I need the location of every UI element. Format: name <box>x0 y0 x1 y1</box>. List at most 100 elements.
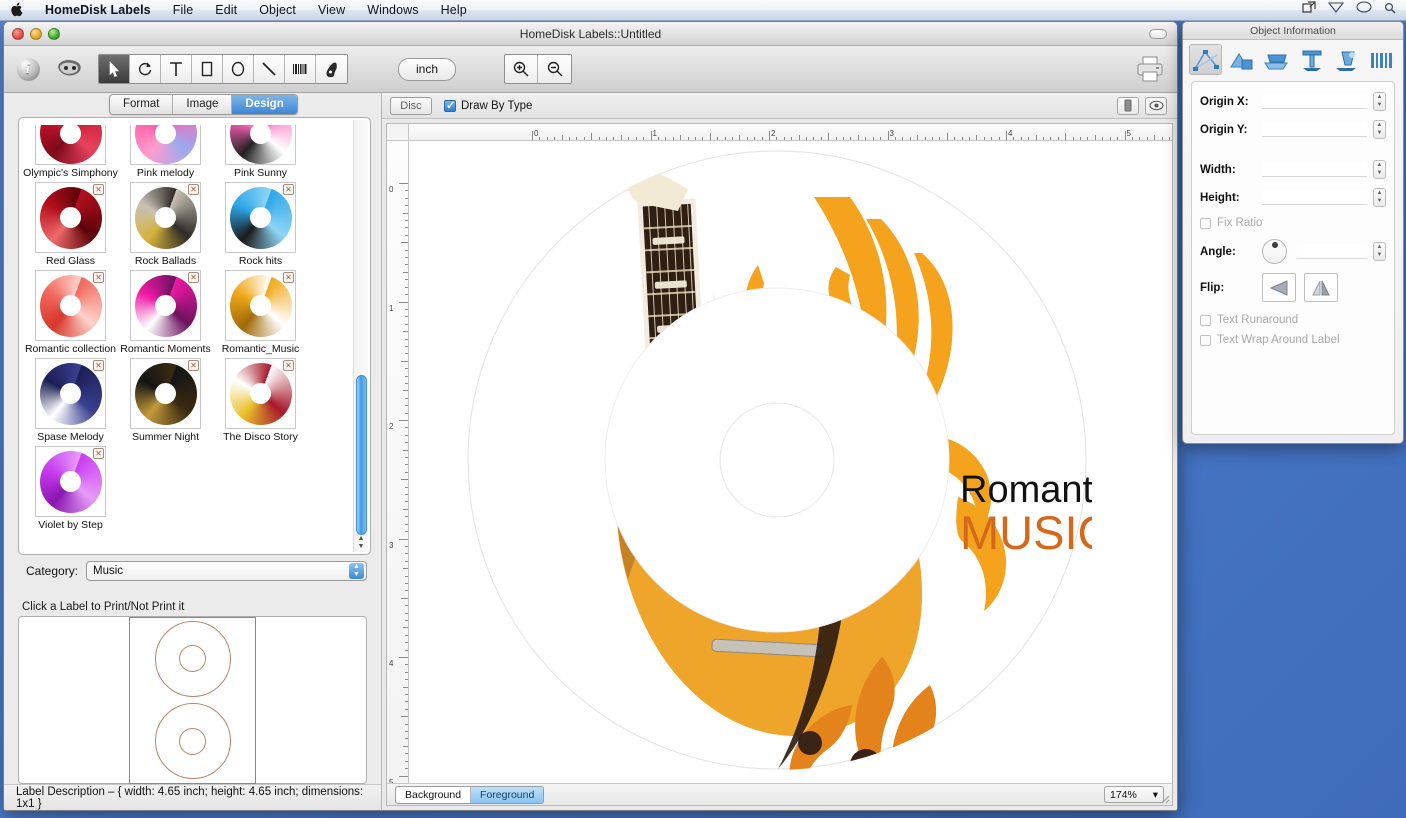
horizontal-ruler[interactable]: 012345678 <box>409 124 1172 141</box>
zoom-button[interactable] <box>48 27 60 40</box>
origin-y-input[interactable] <box>1262 122 1367 137</box>
flip-vertical-icon[interactable] <box>1304 273 1338 302</box>
vertical-ruler[interactable]: 012345 <box>387 141 409 805</box>
text-tool-icon[interactable] <box>1295 44 1328 75</box>
zoom-level-select[interactable]: 174% ▾ <box>1104 786 1164 803</box>
menu-item-windows[interactable]: Windows <box>356 0 429 21</box>
menu-item-help[interactable]: Help <box>430 0 478 21</box>
flip-horizontal-icon[interactable] <box>1262 273 1296 302</box>
rotate-tool[interactable] <box>130 55 161 83</box>
template-gallery[interactable]: Olympic's Simphony Pink melody Pink Sunny ✕… <box>23 122 352 550</box>
template-thumbnail[interactable] <box>130 125 201 165</box>
template-item[interactable]: ✕ Rock hits <box>213 179 308 267</box>
template-item[interactable]: ✕ Romantic Moments <box>118 267 213 355</box>
zoom-in-icon[interactable] <box>505 55 538 83</box>
template-thumbnail[interactable] <box>225 125 296 165</box>
template-thumbnail[interactable]: ✕ <box>35 182 106 253</box>
template-thumbnail[interactable]: ✕ <box>35 446 106 517</box>
origin-x-stepper[interactable]: ▲ ▼ <box>1373 92 1386 111</box>
remove-template-icon[interactable]: ✕ <box>188 184 199 195</box>
template-item[interactable]: ✕ Spase Melody <box>23 355 118 443</box>
template-thumbnail[interactable]: ✕ <box>130 182 201 253</box>
toolbar-toggle-button[interactable] <box>1149 28 1167 39</box>
template-item[interactable]: ✕ The Disco Story <box>213 355 308 443</box>
width-stepper[interactable]: ▲ ▼ <box>1373 160 1386 179</box>
width-input[interactable] <box>1262 162 1367 177</box>
text-wrap-checkbox[interactable] <box>1200 334 1211 346</box>
barcode-tool[interactable] <box>285 55 316 83</box>
screenshot-icon[interactable] <box>1302 0 1316 20</box>
minimize-button[interactable] <box>30 27 42 40</box>
text-tool[interactable] <box>161 55 192 83</box>
zoom-out-icon[interactable] <box>538 55 571 83</box>
remove-template-icon[interactable]: ✕ <box>93 448 104 459</box>
template-item[interactable]: Pink melody <box>118 122 213 179</box>
paint-tool[interactable] <box>316 55 347 83</box>
angle-input[interactable] <box>1297 244 1367 259</box>
angle-stepper[interactable]: ▲ ▼ <box>1373 242 1386 261</box>
remove-template-icon[interactable]: ✕ <box>283 360 294 371</box>
template-item[interactable]: ✕ Violet by Step <box>23 443 118 531</box>
template-item[interactable]: ✕ Summer Night <box>118 355 213 443</box>
origin-x-input[interactable] <box>1262 94 1367 109</box>
canvas-artboard[interactable]: Romantic MUSIC <box>410 142 1172 783</box>
draw-by-type-checkbox[interactable] <box>444 99 456 112</box>
angle-dial[interactable] <box>1262 239 1287 264</box>
rectangle-tool[interactable] <box>192 55 223 83</box>
menu-item-view[interactable]: View <box>307 0 356 21</box>
template-item[interactable]: ✕ Rock Ballads <box>118 179 213 267</box>
close-button[interactable] <box>12 27 24 40</box>
text-runaround-row[interactable]: Text Runaround <box>1200 314 1386 326</box>
barcode-panel-icon[interactable] <box>1366 44 1399 75</box>
template-thumbnail[interactable]: ✕ <box>225 182 296 253</box>
page-icon[interactable] <box>1117 96 1139 115</box>
chevron-updown-icon[interactable]: ▲ ▼ <box>349 563 364 579</box>
template-thumbnail[interactable]: ✕ <box>35 270 106 341</box>
template-item[interactable]: Pink Sunny <box>213 122 308 179</box>
remove-template-icon[interactable]: ✕ <box>283 272 294 283</box>
sheet-preview[interactable] <box>18 616 367 784</box>
template-item[interactable]: Olympic's Simphony <box>23 122 118 179</box>
template-item[interactable]: ✕ Romantic_Music <box>213 267 308 355</box>
menu-item-object[interactable]: Object <box>248 0 307 21</box>
gallery-scrollbar-thumb[interactable] <box>356 375 367 535</box>
category-select[interactable]: Music ▲ ▼ <box>86 561 367 581</box>
menu-app-name[interactable]: HomeDisk Labels <box>34 0 162 21</box>
transform-icon[interactable] <box>1189 44 1223 75</box>
apple-menu-icon[interactable] <box>0 2 34 19</box>
remove-template-icon[interactable]: ✕ <box>283 184 294 195</box>
height-stepper[interactable]: ▲ ▼ <box>1373 188 1386 207</box>
menu-item-file[interactable]: File <box>162 0 205 21</box>
template-item[interactable]: ✕ Romantic collection <box>23 267 118 355</box>
shape-fill-icon[interactable] <box>1224 44 1257 75</box>
layers-icon[interactable] <box>1260 44 1293 75</box>
tab-image[interactable]: Image <box>173 95 233 114</box>
layer-background-button[interactable]: Background <box>396 786 472 803</box>
printer-icon[interactable] <box>1133 53 1167 85</box>
remove-template-icon[interactable]: ✕ <box>93 360 104 371</box>
disc-button[interactable]: Disc <box>390 96 432 115</box>
disc-slot-bottom[interactable] <box>154 703 231 780</box>
label-sheet[interactable] <box>129 616 256 784</box>
remove-template-icon[interactable]: ✕ <box>188 360 199 371</box>
origin-y-stepper[interactable]: ▲ ▼ <box>1373 120 1386 139</box>
arrow-tool[interactable] <box>99 55 130 83</box>
template-thumbnail[interactable]: ✕ <box>225 358 296 429</box>
tab-design[interactable]: Design <box>232 95 297 114</box>
info-icon[interactable]: i <box>14 55 42 83</box>
layer-foreground-button[interactable]: Foreground <box>471 786 544 803</box>
tab-format[interactable]: Format <box>110 95 174 114</box>
template-thumbnail[interactable]: ✕ <box>130 358 201 429</box>
unit-button[interactable]: inch <box>398 57 456 81</box>
template-thumbnail[interactable]: ✕ <box>130 270 201 341</box>
draw-by-type-row[interactable]: Draw By Type <box>444 99 532 112</box>
resize-grip[interactable] <box>1158 791 1170 804</box>
eye-icon[interactable] <box>1145 96 1167 115</box>
gallery-scrollbar[interactable]: ▲ ▼ <box>353 120 368 552</box>
ellipse-tool[interactable] <box>223 55 254 83</box>
fix-ratio-checkbox[interactable] <box>1200 217 1211 229</box>
disc-slot-top[interactable] <box>154 620 231 697</box>
text-runaround-checkbox[interactable] <box>1200 314 1211 326</box>
fix-ratio-row[interactable]: Fix Ratio <box>1200 217 1386 229</box>
spotlight-icon[interactable] <box>1384 1 1396 19</box>
